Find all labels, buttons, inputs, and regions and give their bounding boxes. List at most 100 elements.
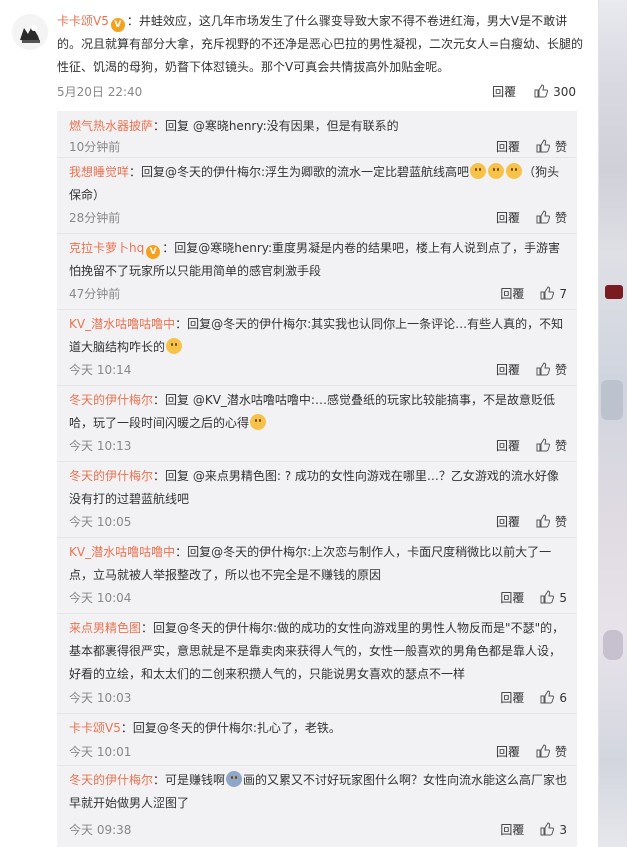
reply-username[interactable]: 冬天的伊什梅尔 [69,393,153,407]
like-count: 6 [559,691,567,705]
reply-button[interactable]: 回覆 [492,83,516,100]
reply-timestamp: 今天 10:04 [69,591,132,605]
like-button[interactable]: 6 [540,690,567,705]
like-count: 赞 [554,745,567,759]
reply-actions: 回覆 7 [500,285,567,302]
reply-text: KV_潜水咕噜咕噜中：回复@冬天的伊什梅尔:上次恋与制作人，卡面尺度稍微比以前大… [69,541,569,587]
like-button[interactable]: 3 [540,822,567,837]
art-detail [603,630,623,660]
like-count: 3 [559,823,567,837]
reply-button[interactable]: 回覆 [500,821,524,838]
like-button[interactable]: 300 [534,84,576,99]
reply-username[interactable]: 燃气热水器披萨 [69,119,153,133]
list-item: 冬天的伊什梅尔：回复 @来点男精色图: ? 成功的女性向游戏在哪里…？乙女游戏的… [57,461,577,538]
list-item: KV_潜水咕噜咕噜中：回复@冬天的伊什梅尔:其实我也认同你上一条评论…有些人真的… [57,309,577,386]
main-comment: 卡卡颂V5 V ：井蛙效应，这几年市场发生了什么骤变导致大家不得不卷进红海，男大V是… [0,0,598,112]
reply-actions: 回覆 赞 [496,361,567,378]
like-button[interactable]: 5 [540,590,567,605]
list-item: 来点男精色图：回复@冬天的伊什梅尔:做的成功的女性向游戏里的男性人物反而是"不瑟… [57,613,577,714]
like-button[interactable]: 赞 [536,361,567,378]
reply-button[interactable]: 回覆 [496,513,520,530]
thumbs-up-icon [534,84,549,98]
like-button[interactable]: 赞 [536,437,567,454]
reply-username[interactable]: 我想睡觉咩 [69,165,129,179]
reply-button[interactable]: 回覆 [496,437,520,454]
reply-timestamp: 今天 10:14 [69,363,132,377]
thumbs-up-icon [536,362,550,376]
reply-username[interactable]: 冬天的伊什梅尔 [69,469,153,483]
doge-emoji-icon [250,414,267,430]
doge-emoji-icon [470,163,487,179]
reply-text: 冬天的伊什梅尔：回复 @KV_潜水咕噜咕噜中:…感觉叠纸的玩家比较能搞事，不是故… [69,389,569,435]
like-button[interactable]: 赞 [536,138,567,155]
reply-button[interactable]: 回覆 [496,361,520,378]
list-item: 冬天的伊什梅尔：回复 @KV_潜水咕噜咕噜中:…感觉叠纸的玩家比较能搞事，不是故… [57,385,577,462]
reply-text: KV_潜水咕噜咕噜中：回复@冬天的伊什梅尔:其实我也认同你上一条评论…有些人真的… [69,313,569,359]
reply-body: ：回复@冬天的伊什梅尔:扎心了，老铁。 [120,721,341,735]
reply-timestamp: 今天 10:01 [69,745,132,759]
reply-username[interactable]: KV_潜水咕噜咕噜中 [69,317,175,331]
doge-emoji-icon [488,163,505,179]
reply-timestamp: 今天 09:38 [69,823,132,837]
like-count: 赞 [554,363,567,377]
reply-button[interactable]: 回覆 [500,689,524,706]
list-item: KV_潜水咕噜咕噜中：回复@冬天的伊什梅尔:上次恋与制作人，卡面尺度稍微比以前大… [57,537,577,614]
list-item: 我想睡觉咩：回复@冬天的伊什梅尔:浮生为卿歌的流水一定比碧蓝航线高吧 （狗头保命）… [57,157,577,234]
surprised-emoji-icon [226,771,243,787]
reply-username[interactable]: 克拉卡萝卜hq [69,241,144,255]
thumbs-up-icon [536,139,550,153]
reply-username[interactable]: 卡卡颂V5 [69,721,121,735]
thumbs-up-icon [536,744,550,758]
reply-username[interactable]: 冬天的伊什梅尔 [69,773,153,787]
reply-timestamp: 今天 10:05 [69,515,132,529]
thumbs-up-icon [540,690,555,704]
reply-actions: 回覆 赞 [496,437,567,454]
like-count: 赞 [554,211,567,225]
thumbs-up-icon [540,286,555,300]
main-username[interactable]: 卡卡颂V5 [57,14,109,28]
reply-timestamp: 今天 10:13 [69,439,132,453]
reply-text: 克拉卡萝卜hq V ：回复@寒晓henry:重度男凝是内卷的结果吧，楼上有人说到点了… [69,237,569,283]
reply-body: ：回复@冬天的伊什梅尔:浮生为卿歌的流水一定比碧蓝航线高吧 [129,165,470,179]
reply-button[interactable]: 回覆 [500,589,524,606]
reply-button[interactable]: 回覆 [496,209,520,226]
main-comment-body: ：井蛙效应，这几年市场发生了什么骤变导致大家不得不卷进红海，男大V是不敢讲的。况… [57,14,584,74]
reply-button[interactable]: 回覆 [496,138,520,155]
list-item: 克拉卡萝卜hq V ：回复@寒晓henry:重度男凝是内卷的结果吧，楼上有人说到点了… [57,233,577,310]
list-item: 冬天的伊什梅尔：可是赚钱啊 画的又累又不讨好玩家图什么啊？女性向流水能这么高厂家也… [57,765,577,847]
reply-timestamp: 10分钟前 [69,140,121,154]
like-button[interactable]: 赞 [536,209,567,226]
like-button[interactable]: 赞 [536,743,567,760]
like-button[interactable]: 赞 [536,513,567,530]
thinking-emoji-icon [166,338,183,354]
reply-button[interactable]: 回覆 [496,743,520,760]
reply-actions: 回覆 赞 [496,138,567,155]
reply-timestamp: 今天 10:03 [69,691,132,705]
reply-timestamp: 47分钟前 [69,287,121,301]
art-detail [605,285,623,299]
reply-body: ：可是赚钱啊 [153,773,226,787]
like-button[interactable]: 7 [540,286,567,301]
reply-list: 燃气热水器披萨：回复 @寒晓henry:没有因果，但是有联系的 10分钟前 回覆… [57,111,577,847]
doge-emoji-icon [506,163,523,179]
reply-button[interactable]: 回覆 [500,285,524,302]
avatar[interactable] [12,14,48,50]
thumbs-up-icon [536,514,550,528]
reply-text: 冬天的伊什梅尔：回复 @来点男精色图: ? 成功的女性向游戏在哪里…？乙女游戏的… [69,465,569,511]
reply-username[interactable]: KV_潜水咕噜咕噜中 [69,545,175,559]
reply-text: 来点男精色图：回复@冬天的伊什梅尔:做的成功的女性向游戏里的男性人物反而是"不瑟… [69,617,569,686]
thumbs-up-icon [536,438,550,452]
side-artwork [598,0,627,847]
main-timestamp: 5月20日 22:40 [57,85,143,99]
reply-text: 燃气热水器披萨：回复 @寒晓henry:没有因果，但是有联系的 [69,115,569,138]
reply-actions: 回覆 6 [500,689,567,706]
reply-body: ：回复@冬天的伊什梅尔:做的成功的女性向游戏里的男性人物反而是"不瑟"的，基本都… [69,621,565,681]
reply-username[interactable]: 来点男精色图 [69,621,141,635]
like-count: 300 [553,85,576,99]
thumbs-up-icon [540,822,555,836]
thumbs-up-icon [536,210,550,224]
reply-body: ：回复 @寒晓henry:没有因果，但是有联系的 [153,119,399,133]
reply-timestamp: 28分钟前 [69,211,121,225]
reply-text: 冬天的伊什梅尔：可是赚钱啊 画的又累又不讨好玩家图什么啊？女性向流水能这么高厂家也… [69,769,569,815]
level-badge-icon: V [146,245,161,259]
